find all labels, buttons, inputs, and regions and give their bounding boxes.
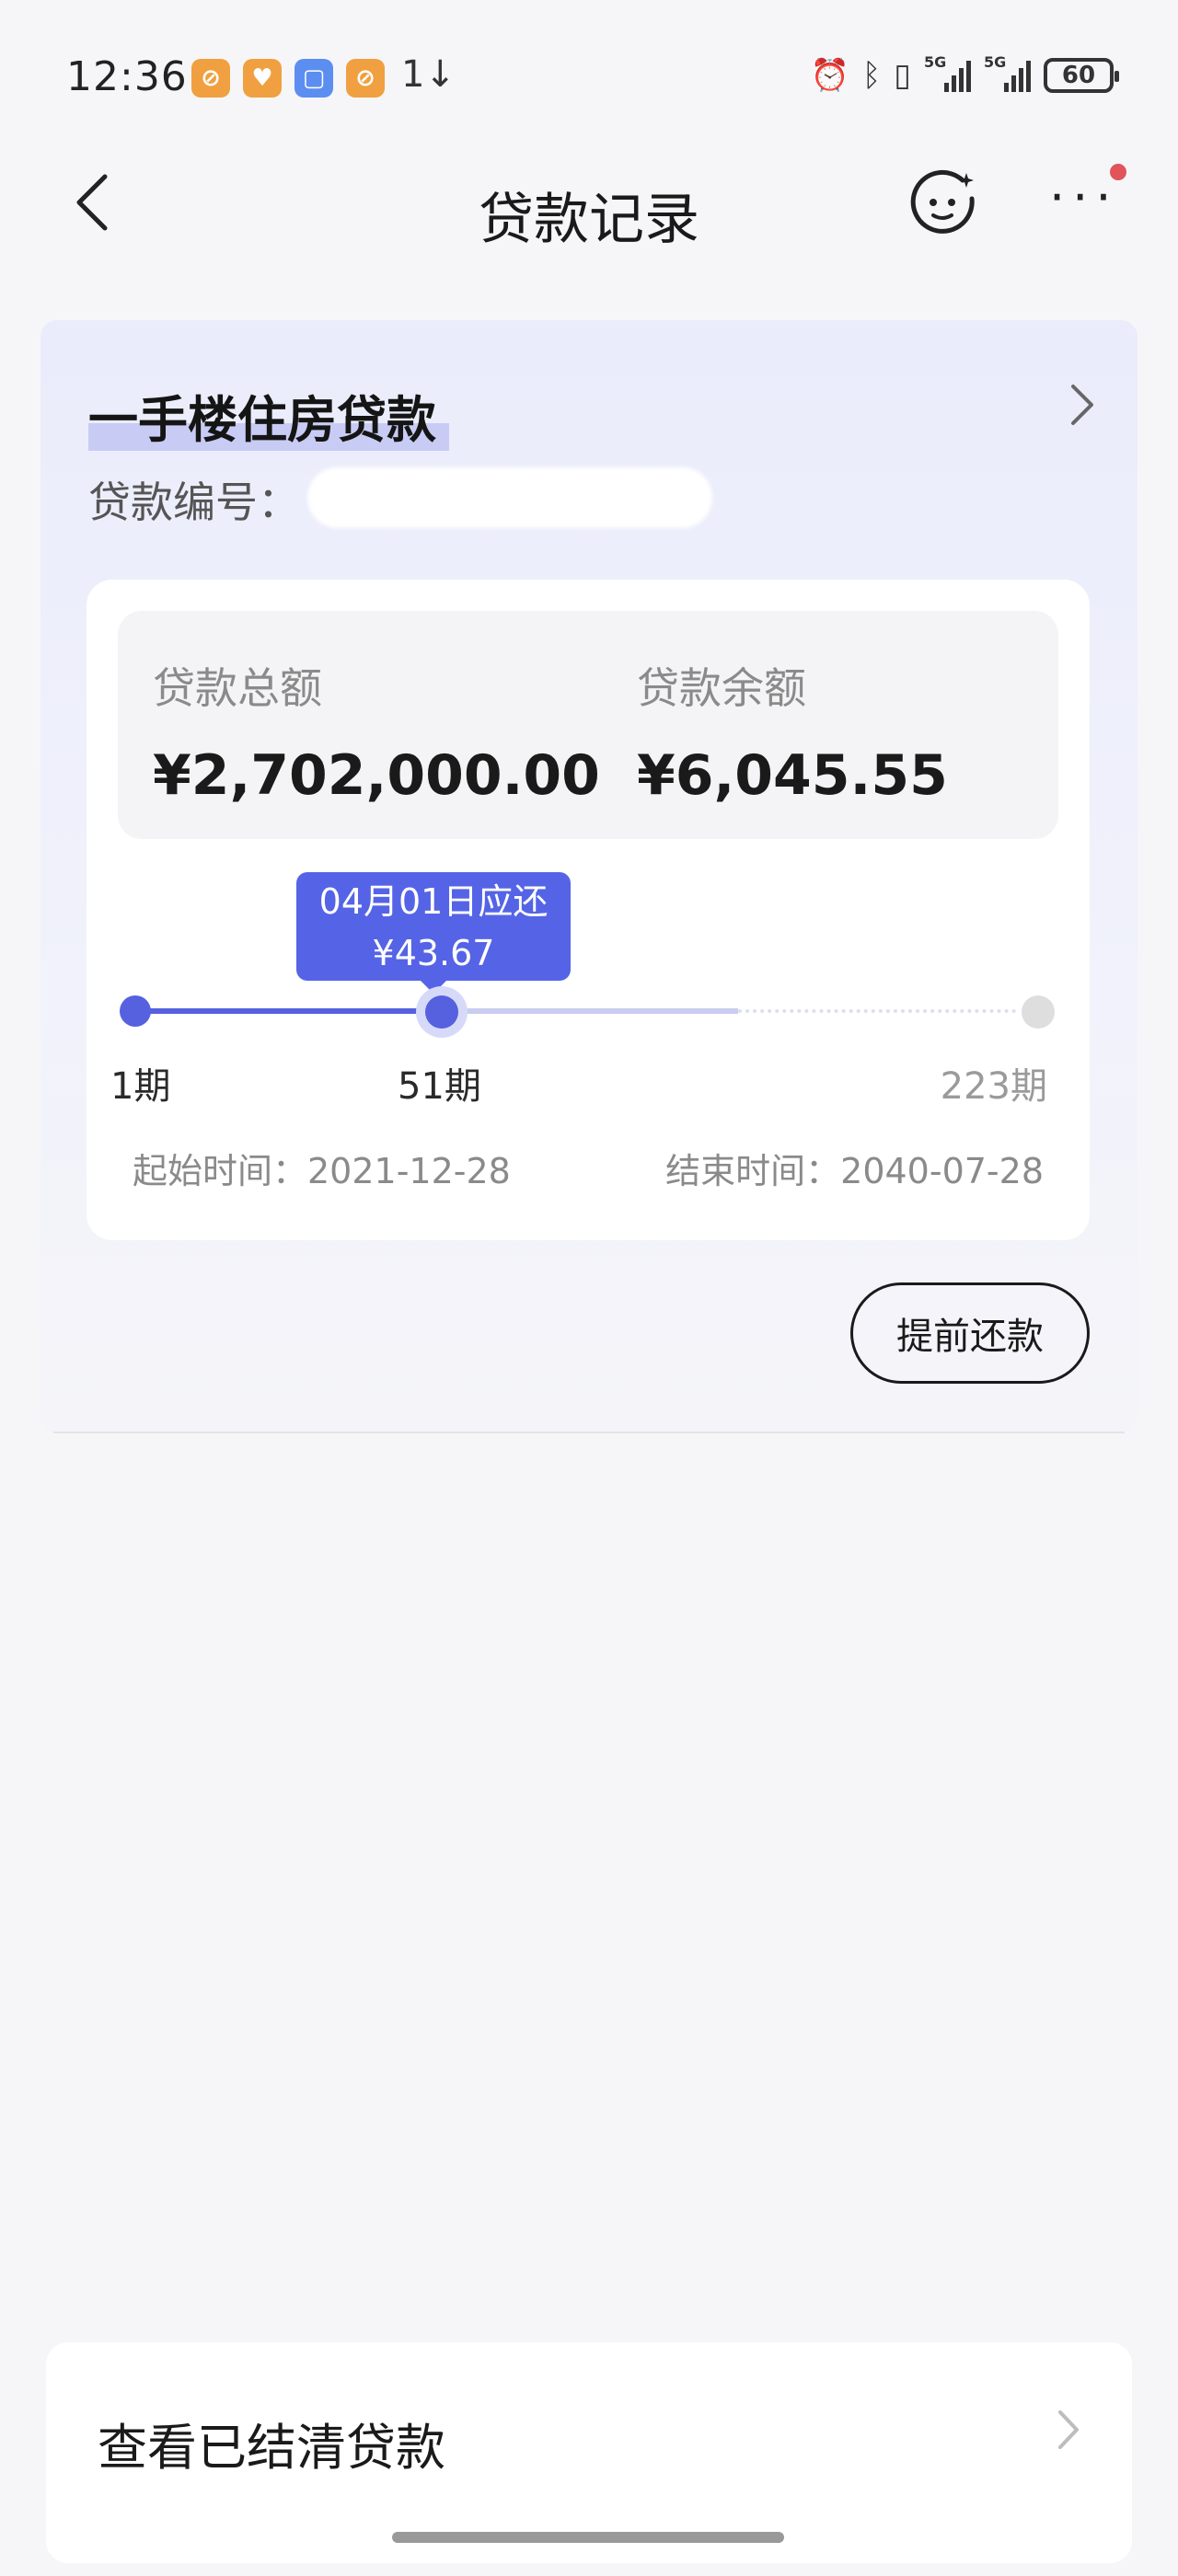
balance-label: 贷款余额 [637, 663, 806, 713]
balance-value: ¥6,045.55 [637, 743, 948, 808]
signal-icon: 5G [984, 53, 1031, 92]
end-date: 结束时间：2040-07-28 [665, 1151, 1044, 1191]
divider [53, 1432, 1125, 1433]
progress-start-dot [120, 995, 151, 1027]
notification-app-icons: ⊘ ♥ ▢ ⊘ [191, 59, 385, 98]
assistant-button[interactable] [907, 167, 977, 237]
blue-app-icon: ▢ [294, 59, 333, 98]
period-current-label: 51期 [398, 1065, 481, 1108]
nav-bar: 贷款记录 ··· [0, 147, 1178, 258]
chevron-right-icon [1057, 2409, 1080, 2462]
progress-end-dot [1022, 995, 1055, 1029]
next-payment-tooltip: 04月01日应还 ¥43.67 [296, 872, 571, 994]
period-start-label: 1期 [110, 1065, 171, 1108]
assistant-face-icon [910, 169, 975, 234]
total-amount: 贷款总额 ¥2,702,000.00 [153, 655, 600, 808]
redacted-loan-number [307, 467, 712, 528]
loan-card[interactable]: 一手楼住房贷款 贷款编号： 贷款总额 ¥2,702,000.00 贷款余额 ¥6… [40, 320, 1138, 1433]
tooltip-date: 04月01日应还 [318, 881, 549, 922]
amount-summary: 贷款总额 ¥2,702,000.00 贷款余额 ¥6,045.55 [118, 611, 1058, 839]
start-date: 起始时间：2021-12-28 [133, 1151, 511, 1191]
settled-loans-link[interactable]: 查看已结清贷款 [46, 2342, 1132, 2563]
vibrate-icon: ▯ [894, 57, 911, 94]
total-amount-label: 贷款总额 [153, 663, 322, 713]
progress-track-remaining [738, 1009, 1016, 1013]
total-amount-value: ¥2,702,000.00 [153, 743, 600, 808]
signal-icon: 5G [924, 53, 971, 92]
balance-amount: 贷款余额 ¥6,045.55 [637, 655, 948, 808]
period-end-label: 223期 [940, 1065, 1047, 1108]
loan-summary-panel: 贷款总额 ¥2,702,000.00 贷款余额 ¥6,045.55 04月01日… [87, 580, 1090, 1240]
home-indicator[interactable] [392, 2532, 784, 2543]
loan-type-title: 一手楼住房贷款 [88, 391, 436, 449]
alarm-icon: ⏰ [810, 57, 849, 94]
progress-track-upcoming [442, 1008, 738, 1014]
battery-icon: 60 [1044, 58, 1119, 93]
status-bar: 12:36 ⊘ ♥ ▢ ⊘ 1↓ ⏰ ᛒ ▯ 5G 5G 60 [0, 0, 1178, 138]
orange-heart-app-icon: ♥ [243, 59, 282, 98]
progress-track-completed [140, 1008, 442, 1014]
more-button[interactable]: ··· [1049, 164, 1126, 226]
settled-loans-label: 查看已结清贷款 [98, 2419, 445, 2477]
system-icons: ⏰ ᛒ ▯ 5G 5G 60 [810, 53, 1119, 94]
loan-number-label: 贷款编号： [88, 477, 300, 527]
page-title: 贷款记录 [479, 188, 699, 252]
orange-app-icon: ⊘ [346, 59, 385, 98]
notification-dot [1110, 164, 1126, 180]
status-time: 12:36 [66, 53, 188, 100]
more-dots-icon: ··· [1049, 168, 1119, 226]
data-sync-icon: 1↓ [401, 53, 456, 96]
orange-app-icon: ⊘ [191, 59, 230, 98]
progress-current-dot [425, 995, 458, 1029]
bluetooth-icon: ᛒ [861, 57, 882, 94]
tooltip-amount: ¥43.67 [372, 933, 495, 973]
prepay-button[interactable]: 提前还款 [850, 1282, 1090, 1384]
chevron-right-icon[interactable] [1069, 383, 1095, 439]
